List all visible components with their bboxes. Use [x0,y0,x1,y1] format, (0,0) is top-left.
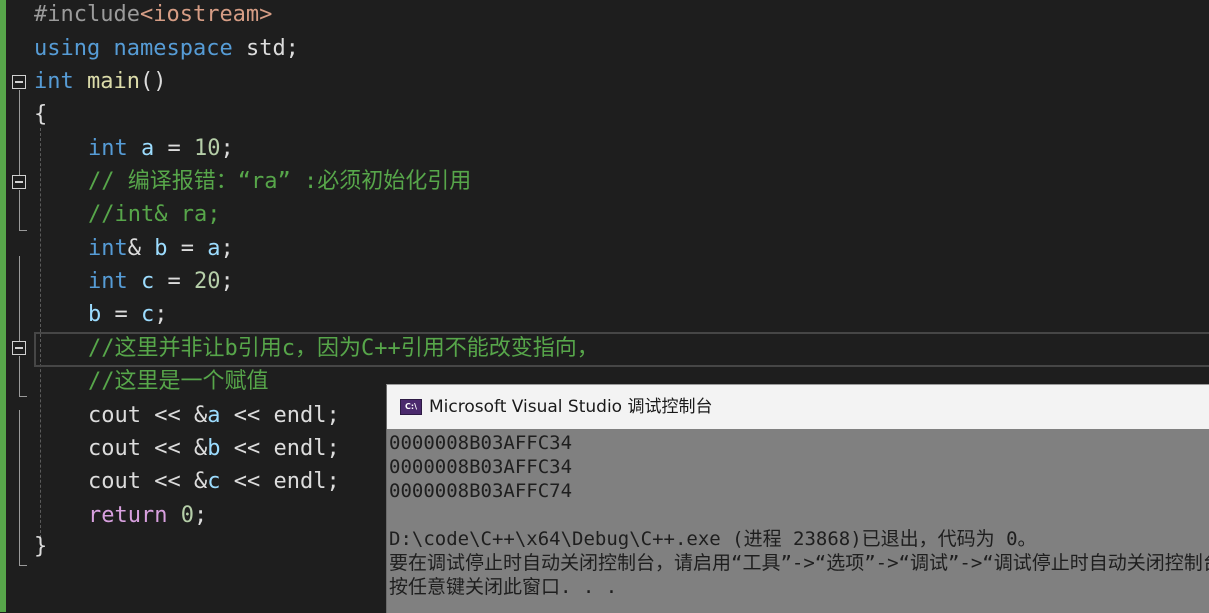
keyword: namespace [113,36,233,61]
identifier: cout [88,403,141,428]
debug-console-window[interactable]: C:\ Microsoft Visual Studio 调试控制台 000000… [386,384,1209,613]
keyword: int [34,69,74,94]
identifier: endl [273,403,327,428]
variable: c [141,302,155,327]
code-line-cout-c: cout << &c << endl; [88,465,340,498]
semicolon: ; [220,269,234,294]
fold-line [19,90,20,175]
number: 10 [194,136,221,161]
identifier: cout [88,436,141,461]
function-name: main [87,69,140,94]
header-name: <iostream> [139,2,273,27]
code-line-ref-b: int& b = a; [88,232,234,265]
code-line-using: using namespace std; [34,32,299,65]
console-app-icon: C:\ [400,399,422,415]
console-title-bar[interactable]: C:\ Microsoft Visual Studio 调试控制台 [387,385,1209,429]
number: 20 [194,269,221,294]
operator: = [154,269,194,294]
keyword: int [88,269,128,294]
variable: b [154,236,168,261]
code-line-comment: //这里并非让b引用c，因为C++引用不能改变指向， [88,332,599,365]
collapse-main-icon[interactable] [12,75,26,89]
variable: c [207,469,221,494]
code-line-comment: //int& ra; [88,198,220,231]
semicolon: ; [326,469,340,494]
semicolon: ; [326,436,340,461]
collapse-comment-block-icon[interactable] [12,341,26,355]
semicolon: ; [220,236,234,261]
comment-text: //这里并非让b引用c，因为C++引用不能改变指向， [88,336,599,361]
fold-line [19,356,20,396]
console-output-line: 按任意键关闭此窗口. . . [389,576,618,598]
operator: << [220,403,274,428]
semicolon: ; [326,403,340,428]
console-output-line: D:\code\C++\x64\Debug\C++.exe (进程 23868)… [389,528,1037,550]
identifier: endl [273,469,327,494]
comment-text: //这里是一个赋值 [88,369,269,394]
operator: << & [140,436,208,461]
operator: << [220,469,274,494]
semicolon: ; [220,136,234,161]
console-window-title: Microsoft Visual Studio 调试控制台 [429,397,713,417]
brace: { [34,102,48,127]
operator: << & [140,469,208,494]
operator: << & [140,403,208,428]
keyword: int [88,136,128,161]
variable: a [207,403,221,428]
collapse-comment-block-icon[interactable] [12,175,26,189]
variable: a [141,136,155,161]
code-line-comment: // 编译报错：“ra” :必须初始化引用 [88,165,471,198]
variable: a [207,236,221,261]
code-line-brace-open: { [34,98,47,131]
preprocessor-directive: #include [34,2,140,27]
fold-line [19,396,27,397]
comment-text: // 编译报错：“ra” :必须初始化引用 [88,169,472,194]
semicolon: ; [193,503,208,528]
number: 0 [180,503,194,528]
code-line-assign: b = c; [88,298,168,331]
code-line-main: int main() [34,65,166,98]
operator: = [167,236,208,261]
parentheses: () [139,69,167,94]
console-output-line: 0000008B03AFFC34 [389,432,573,454]
fold-line [19,410,20,565]
code-line-include: #include<iostream> [34,0,272,31]
operator: << [220,436,274,461]
code-line-cout-a: cout << &a << endl; [88,399,340,432]
operator: = [101,302,141,327]
code-line-int-c: int c = 20; [88,265,234,298]
variable: b [88,302,102,327]
console-output-line: 要在调试停止时自动关闭控制台，请启用“工具”->“选项”->“调试”->“调试停… [389,552,1209,574]
operator: = [154,136,194,161]
code-line-comment: //这里是一个赋值 [88,365,269,398]
fold-line [19,565,27,566]
keyword: using [34,36,101,61]
keyword: return [88,503,168,528]
console-output-line: 0000008B03AFFC34 [389,456,573,478]
code-line-return: return 0; [88,499,207,532]
fold-line [19,230,27,231]
semicolon: ; [154,302,168,327]
identifier: cout [88,469,141,494]
fold-line [19,256,20,341]
operator: & [127,236,155,261]
identifier: endl [273,436,327,461]
comment-text: //int& ra; [88,202,221,227]
fold-line [19,190,20,230]
keyword: int [88,236,128,261]
namespace-name: std; [232,36,299,61]
brace: } [34,534,48,559]
code-line-brace-close: } [34,530,47,563]
code-line-int-a: int a = 10; [88,132,234,165]
console-output-line: 0000008B03AFFC74 [389,480,573,502]
variable: b [207,436,221,461]
variable: c [141,269,155,294]
code-line-cout-b: cout << &b << endl; [88,432,340,465]
